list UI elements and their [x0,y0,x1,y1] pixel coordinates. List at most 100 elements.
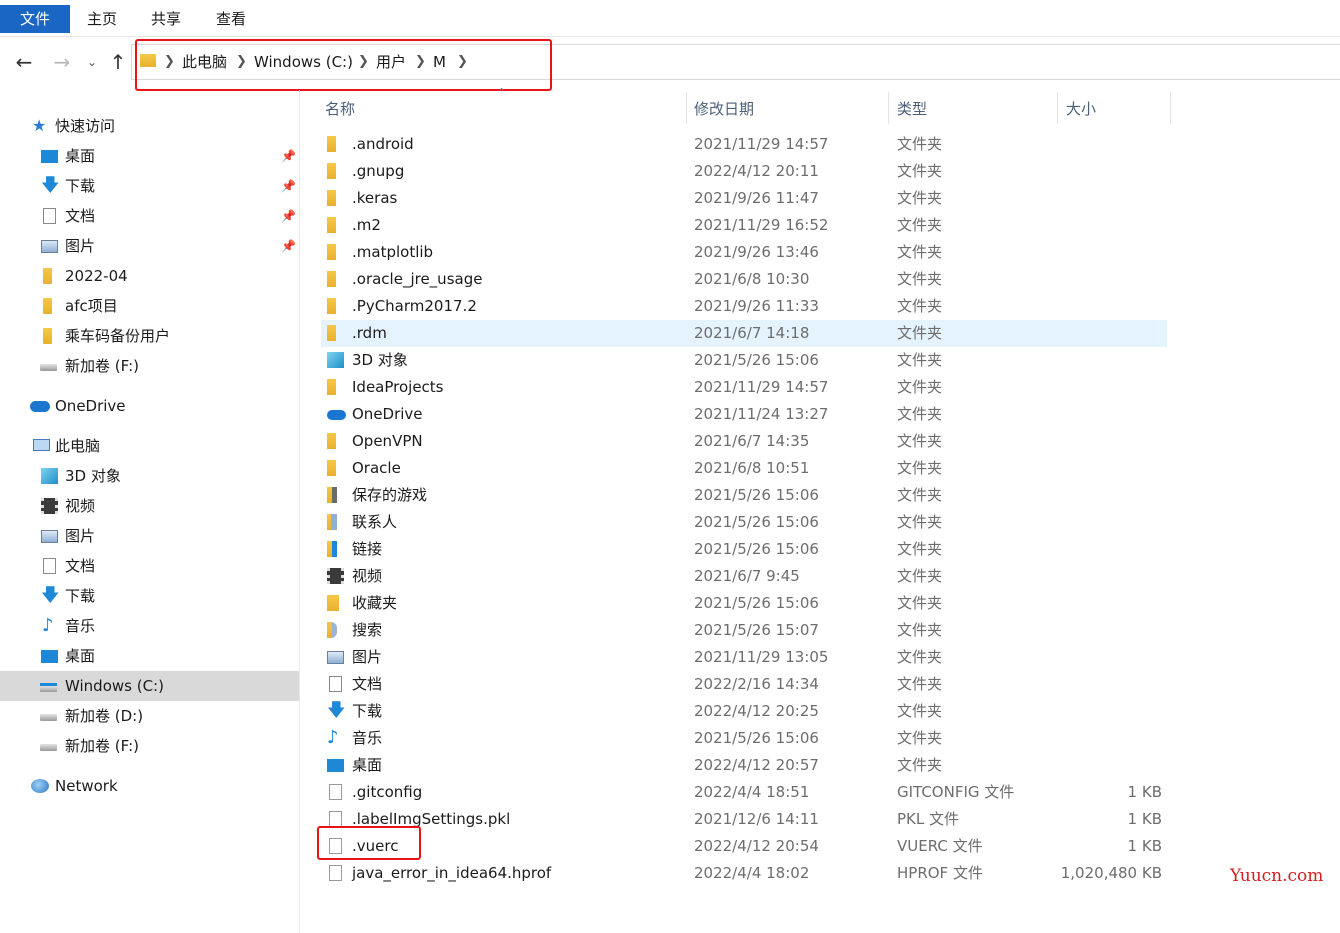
column-header-type[interactable]: 类型 [897,98,927,120]
file-row[interactable]: .labelImgSettings.pkl 2021/12/6 14:11 PKL … [321,806,1167,833]
chevron-right-icon[interactable]: ❯ [164,51,175,73]
file-type: 文件夹 [897,135,943,153]
sidebar-item-pictures-pc[interactable]: 图片 [0,521,299,551]
pin-icon[interactable]: 📌 [281,239,296,253]
file-row[interactable]: .vuerc 2022/4/12 20:54 VUERC 文件 1 KB [321,833,1167,860]
column-divider[interactable] [686,92,687,124]
file-row[interactable]: .gitconfig 2022/4/4 18:51 GITCONFIG 文件 1 KB [321,779,1167,806]
video-icon [327,568,344,584]
file-modified-date: 2021/12/6 14:11 [694,810,819,828]
sidebar-item-documents-pc[interactable]: 文档 [0,551,299,581]
file-row[interactable]: 🡇 下载 2022/4/12 20:25 文件夹 [321,698,1167,725]
breadcrumb-m[interactable]: M [433,51,446,73]
folder-icon [327,163,336,179]
file-row[interactable]: 收藏夹 2021/5/26 15:06 文件夹 [321,590,1167,617]
sidebar-item-label: Windows (C:) [65,677,164,695]
file-row[interactable]: 3D 对象 2021/5/26 15:06 文件夹 [321,347,1167,374]
column-divider[interactable] [888,92,889,124]
sidebar-item-drive-f[interactable]: 新加卷 (F:) [0,351,299,381]
file-row[interactable]: .keras 2021/9/26 11:47 文件夹 [321,185,1167,212]
tab-home[interactable]: 主页 [87,5,117,33]
file-row[interactable]: java_error_in_idea64.hprof 2022/4/4 18:02… [321,860,1167,887]
breadcrumb-this-pc[interactable]: 此电脑 [182,51,227,73]
file-row[interactable]: 文档 2022/2/16 14:34 文件夹 [321,671,1167,698]
sidebar-item-3d-objects[interactable]: 3D 对象 [0,461,299,491]
pin-icon[interactable]: 📌 [281,149,296,163]
forward-arrow-icon[interactable]: → [50,50,74,74]
file-row[interactable]: .PyCharm2017.2 2021/9/26 11:33 文件夹 [321,293,1167,320]
column-divider[interactable] [1170,92,1171,124]
file-name: OpenVPN [352,432,423,450]
recent-locations-chevron-icon[interactable]: ⌄ [80,50,104,74]
file-row[interactable]: OneDrive 2021/11/24 13:27 文件夹 [321,401,1167,428]
sidebar-item-label: 下载 [65,587,96,605]
file-row[interactable]: 搜索 2021/5/26 15:07 文件夹 [321,617,1167,644]
column-header-size[interactable]: 大小 [1066,98,1096,120]
column-header-date[interactable]: 修改日期 [694,98,754,120]
file-row[interactable]: .m2 2021/11/29 16:52 文件夹 [321,212,1167,239]
file-size: 1 KB [1127,783,1162,801]
breadcrumb-users[interactable]: 用户 [376,51,406,73]
sidebar-item-videos[interactable]: 视频 [0,491,299,521]
file-row[interactable]: 桌面 2022/4/12 20:57 文件夹 [321,752,1167,779]
saved-games-icon [327,487,337,503]
folder-icon [327,271,336,287]
star-icon: ★ [32,116,47,135]
file-row[interactable]: .android 2021/11/29 14:57 文件夹 [321,131,1167,158]
column-divider[interactable] [1057,92,1058,124]
file-row[interactable]: OpenVPN 2021/6/7 14:35 文件夹 [321,428,1167,455]
chevron-right-icon[interactable]: ❯ [358,51,369,73]
tab-share[interactable]: 共享 [151,5,181,33]
file-row[interactable]: 视频 2021/6/7 9:45 文件夹 [321,563,1167,590]
file-row[interactable]: 保存的游戏 2021/5/26 15:06 文件夹 [321,482,1167,509]
back-arrow-icon[interactable]: ← [12,50,36,74]
chevron-right-icon[interactable]: ❯ [457,51,468,73]
sidebar-item-2022-04[interactable]: 2022-04 [0,261,299,291]
up-arrow-icon[interactable]: ↑ [106,50,130,74]
sidebar-item-windows-c[interactable]: Windows (C:) [0,671,299,701]
sidebar-item-backup-users[interactable]: 乘车码备份用户 [0,321,299,351]
file-row[interactable]: IdeaProjects 2021/11/29 14:57 文件夹 [321,374,1167,401]
favorites-icon [327,595,339,611]
file-row[interactable]: 图片 2021/11/29 13:05 文件夹 [321,644,1167,671]
file-type: GITCONFIG 文件 [897,783,1015,801]
folder-icon [327,217,336,233]
file-row[interactable]: .rdm 2021/6/7 14:18 文件夹 [321,320,1167,347]
pictures-icon [41,240,58,253]
chevron-right-icon[interactable]: ❯ [415,51,426,73]
sidebar-item-documents[interactable]: 文档 📌 [0,201,299,231]
sidebar-item-this-pc[interactable]: 此电脑 [0,431,299,461]
sidebar-item-desktop-pc[interactable]: 桌面 [0,641,299,671]
file-name: .keras [352,189,398,207]
sidebar-item-desktop[interactable]: 桌面 📌 [0,141,299,171]
sidebar-item-downloads-pc[interactable]: 🡇 下载 [0,581,299,611]
sidebar-item-pictures[interactable]: 图片 📌 [0,231,299,261]
3d-objects-icon [327,352,344,368]
sidebar-item-network[interactable]: Network [0,771,299,801]
sidebar-item-onedrive[interactable]: OneDrive [0,391,299,421]
tab-file[interactable]: 文件 [0,5,70,33]
sidebar-item-afc[interactable]: afc项目 [0,291,299,321]
column-header-name[interactable]: 名称 [325,98,355,120]
sidebar-item-quick-access[interactable]: ★ 快速访问 [0,111,299,141]
file-modified-date: 2022/4/4 18:02 [694,864,810,882]
file-row[interactable]: .gnupg 2022/4/12 20:11 文件夹 [321,158,1167,185]
pin-icon[interactable]: 📌 [281,179,296,193]
tab-view[interactable]: 查看 [216,5,246,33]
file-row[interactable]: .oracle_jre_usage 2021/6/8 10:30 文件夹 [321,266,1167,293]
file-name: 收藏夹 [352,594,398,612]
file-modified-date: 2022/4/12 20:11 [694,162,819,180]
file-row[interactable]: .matplotlib 2021/9/26 13:46 文件夹 [321,239,1167,266]
pin-icon[interactable]: 📌 [281,209,296,223]
file-row[interactable]: 链接 2021/5/26 15:06 文件夹 [321,536,1167,563]
file-row[interactable]: 联系人 2021/5/26 15:06 文件夹 [321,509,1167,536]
sidebar-item-drive-d[interactable]: 新加卷 (D:) [0,701,299,731]
breadcrumb-windows-c[interactable]: Windows (C:) [254,51,353,73]
sidebar-item-downloads[interactable]: 🡇 下载 📌 [0,171,299,201]
sidebar-item-drive-f-pc[interactable]: 新加卷 (F:) [0,731,299,761]
file-row[interactable]: ♪ 音乐 2021/5/26 15:06 文件夹 [321,725,1167,752]
chevron-right-icon[interactable]: ❯ [236,51,247,73]
file-name: .rdm [352,324,387,342]
sidebar-item-music[interactable]: ♪ 音乐 [0,611,299,641]
file-row[interactable]: Oracle 2021/6/8 10:51 文件夹 [321,455,1167,482]
